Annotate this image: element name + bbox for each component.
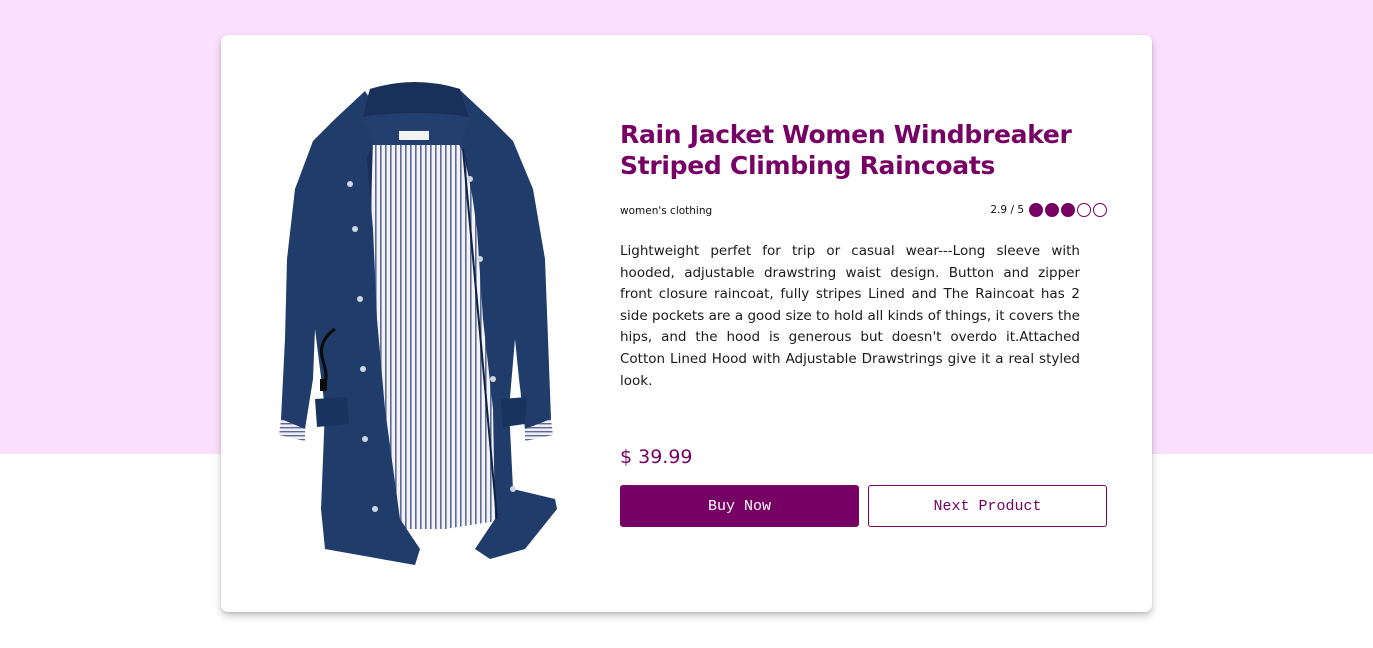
rating-dot-filled [1029, 203, 1043, 217]
rating-text: 2.9 / 5 [990, 204, 1024, 216]
product-description: Lightweight perfet for trip or casual we… [620, 243, 1080, 389]
product-image [265, 79, 561, 569]
product-rating: 2.9 / 5 [990, 203, 1107, 217]
next-product-button[interactable]: Next Product [868, 485, 1107, 527]
product-category: women's clothing [620, 205, 713, 217]
buy-now-button[interactable]: Buy Now [620, 485, 859, 527]
product-card: Rain Jacket Women Windbreaker Striped Cl… [221, 35, 1152, 612]
rating-dot-empty [1093, 203, 1107, 217]
rating-dot-filled [1045, 203, 1059, 217]
product-price: $ 39.99 [620, 446, 693, 468]
rating-dot-filled [1061, 203, 1075, 217]
rating-dot-empty [1077, 203, 1091, 217]
product-title: Rain Jacket Women Windbreaker Striped Cl… [620, 120, 1072, 180]
